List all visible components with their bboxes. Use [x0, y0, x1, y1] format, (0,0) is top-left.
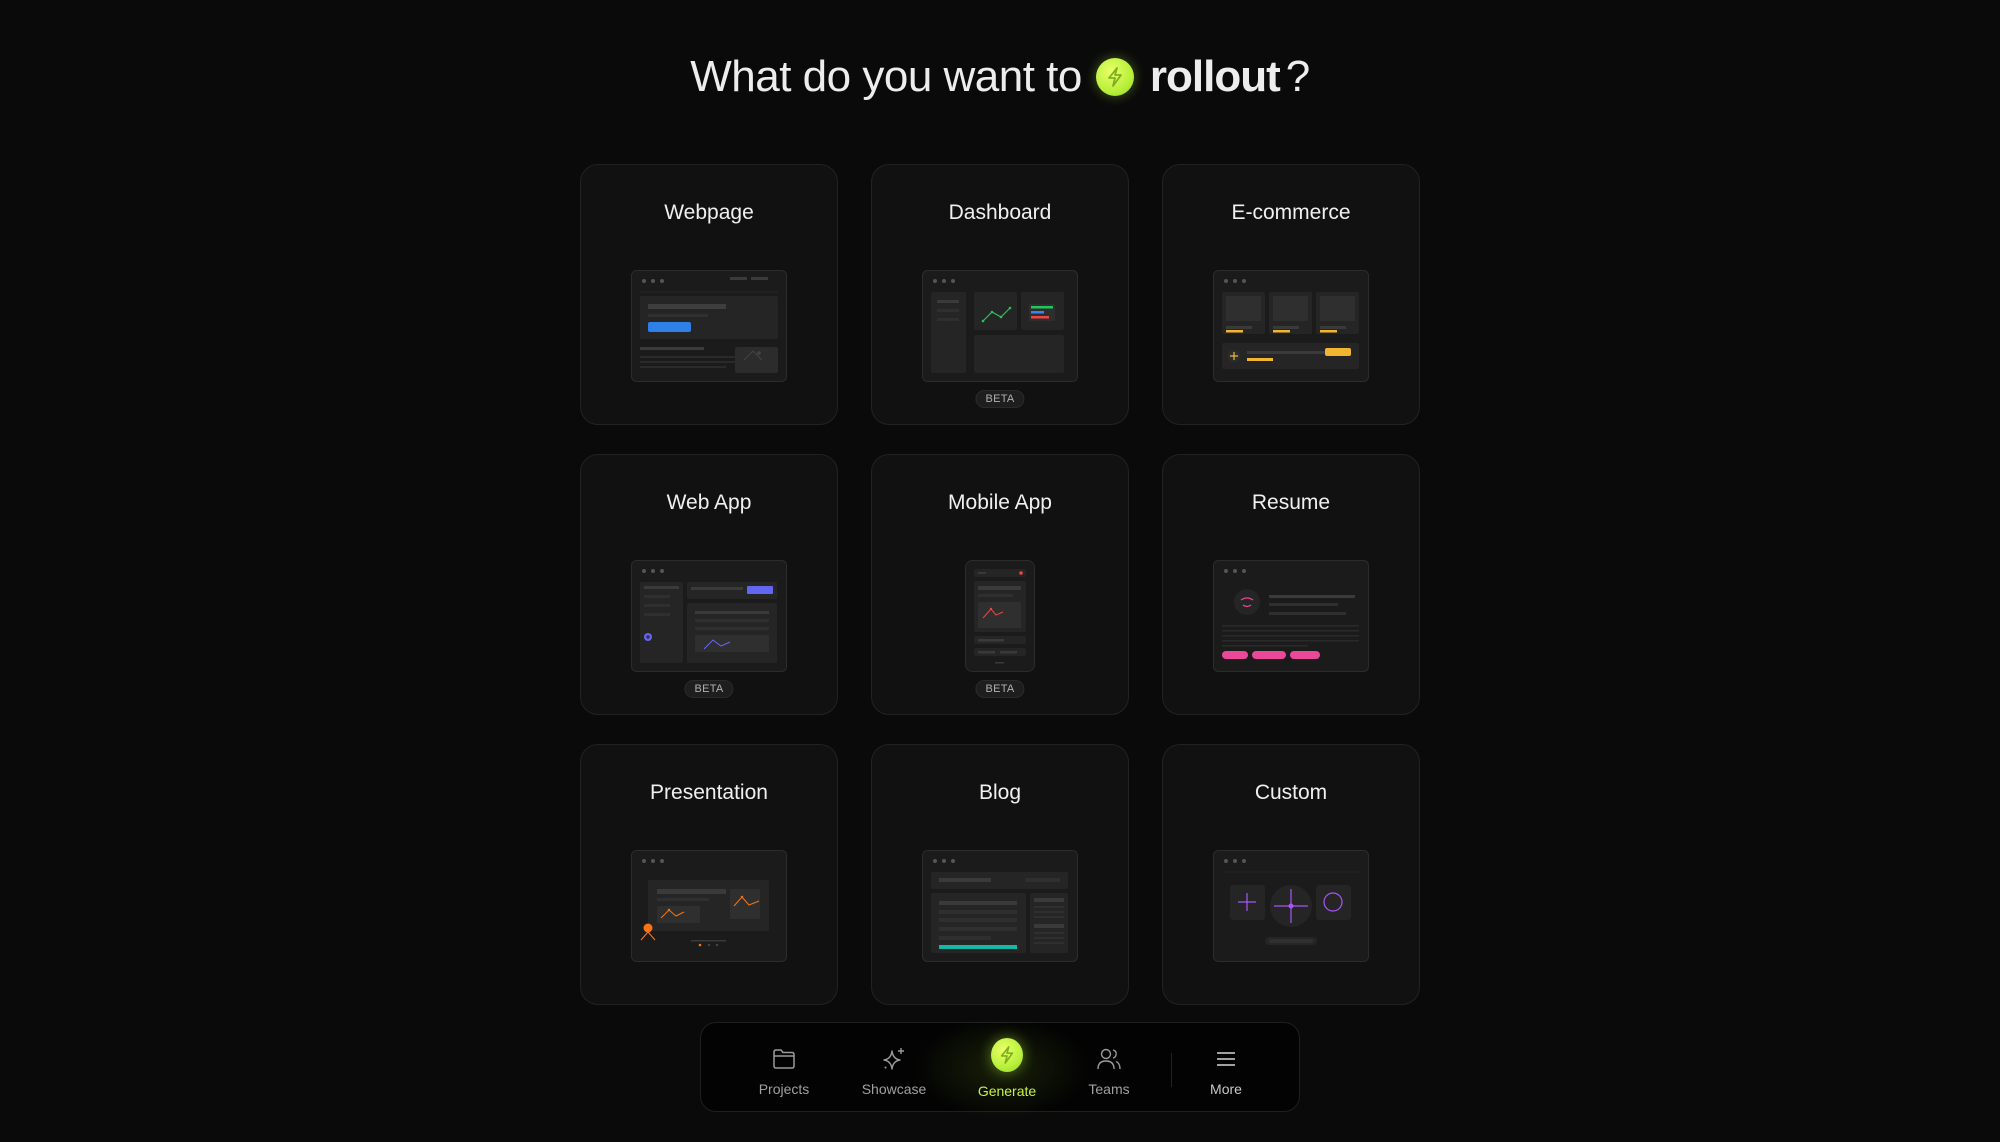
template-grid: Webpage Dashboard BETA E-commerce Web Ap…: [580, 164, 1420, 1005]
card-title: Blog: [978, 781, 1022, 804]
nav-item-generate[interactable]: Generate: [957, 1023, 1057, 1113]
nav-label: Teams: [1088, 1081, 1130, 1097]
sparkle-icon: [881, 1045, 907, 1073]
nav-item-projects[interactable]: Projects: [734, 1023, 834, 1113]
folder-icon: [772, 1045, 796, 1073]
template-card-mobile-app[interactable]: Mobile App BETA: [871, 454, 1129, 715]
page-headline: What do you want to rollout ?: [0, 52, 2000, 102]
users-icon: [1096, 1045, 1122, 1073]
headline-prefix: What do you want to: [690, 52, 1082, 101]
card-title: Web App: [666, 491, 752, 514]
beta-badge: BETA: [975, 680, 1025, 698]
bolt-icon: [991, 1038, 1023, 1072]
nav-item-teams[interactable]: Teams: [1059, 1023, 1159, 1113]
custom-preview-illustration: [1213, 850, 1369, 962]
ecommerce-preview-illustration: [1213, 270, 1369, 382]
webpage-preview-illustration: [631, 270, 787, 382]
card-title: Dashboard: [948, 201, 1052, 224]
presentation-preview-illustration: [631, 850, 787, 962]
template-card-presentation[interactable]: Presentation: [580, 744, 838, 1005]
brand-name: rollout: [1149, 52, 1281, 101]
template-card-web-app[interactable]: Web App BETA: [580, 454, 838, 715]
nav-label: More: [1210, 1081, 1242, 1097]
mobile-app-preview-illustration: [965, 560, 1035, 672]
nav-item-showcase[interactable]: Showcase: [844, 1023, 944, 1113]
menu-icon: [1215, 1045, 1237, 1073]
template-card-dashboard[interactable]: Dashboard BETA: [871, 164, 1129, 425]
beta-badge: BETA: [975, 390, 1025, 408]
template-card-blog[interactable]: Blog: [871, 744, 1129, 1005]
bolt-icon: [1095, 58, 1134, 96]
card-title: Mobile App: [948, 491, 1052, 514]
template-card-webpage[interactable]: Webpage: [580, 164, 838, 425]
card-title: Presentation: [650, 781, 768, 804]
beta-badge: BETA: [684, 680, 734, 698]
card-title: Resume: [1251, 491, 1331, 514]
headline-suffix: ?: [1285, 52, 1310, 101]
card-title: E-commerce: [1231, 201, 1351, 224]
resume-preview-illustration: [1213, 560, 1369, 672]
nav-divider: [1171, 1053, 1172, 1087]
card-title: Custom: [1254, 781, 1328, 804]
bottom-nav-bar: Projects Showcase Generate Teams More: [700, 1013, 1300, 1123]
nav-label: Projects: [758, 1081, 810, 1097]
template-card-custom[interactable]: Custom: [1162, 744, 1420, 1005]
card-title: Webpage: [664, 201, 754, 224]
template-card-resume[interactable]: Resume: [1162, 454, 1420, 715]
nav-item-more[interactable]: More: [1176, 1023, 1276, 1113]
nav-label: Showcase: [861, 1081, 927, 1097]
template-card-ecommerce[interactable]: E-commerce: [1162, 164, 1420, 425]
web-app-preview-illustration: [631, 560, 787, 672]
dashboard-preview-illustration: [922, 270, 1078, 382]
nav-label: Generate: [977, 1083, 1037, 1099]
blog-preview-illustration: [922, 850, 1078, 962]
